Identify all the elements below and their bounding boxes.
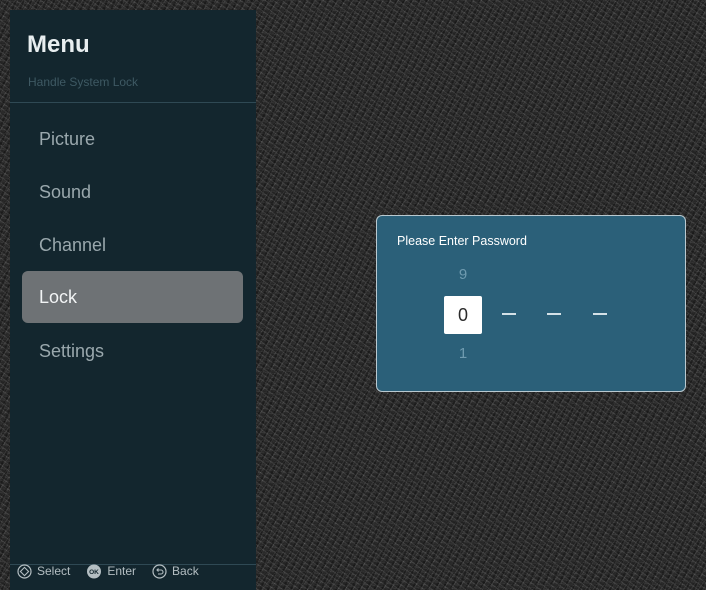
password-digit-2[interactable] — [502, 313, 516, 315]
menu-divider — [10, 102, 256, 103]
menu-item-picture[interactable]: Picture — [22, 113, 243, 165]
hint-back-label: Back — [172, 564, 199, 578]
ok-button-icon: OK — [86, 564, 102, 579]
digit-next-value: 1 — [458, 345, 468, 362]
menu-title: Menu — [27, 31, 90, 58]
password-digit-3[interactable] — [547, 313, 561, 315]
password-dialog: Please Enter Password 9 0 1 — [376, 215, 686, 392]
menu-subtitle: Handle System Lock — [28, 75, 139, 89]
password-digit-4[interactable] — [593, 313, 607, 315]
hint-select: Select — [17, 563, 71, 579]
menu-item-lock[interactable]: Lock — [22, 271, 243, 323]
menu-item-settings[interactable]: Settings — [22, 325, 243, 377]
key-hints: Select OK Enter Back — [17, 562, 215, 580]
back-icon — [152, 563, 167, 579]
ok-icon-text: OK — [89, 569, 99, 576]
hint-select-label: Select — [37, 564, 71, 578]
hint-enter-label: Enter — [107, 564, 137, 578]
password-digit-1[interactable]: 0 — [444, 296, 482, 334]
menu-item-sound[interactable]: Sound — [22, 166, 243, 218]
digit-previous-value: 9 — [458, 266, 468, 283]
hint-enter: OK Enter — [86, 564, 136, 579]
dpad-icon — [17, 563, 32, 579]
dialog-title: Please Enter Password — [397, 234, 527, 248]
menu-sidebar: Menu Handle System Lock Picture Sound Ch… — [10, 10, 256, 590]
menu-item-channel[interactable]: Channel — [22, 219, 243, 271]
hint-back: Back — [152, 563, 199, 579]
